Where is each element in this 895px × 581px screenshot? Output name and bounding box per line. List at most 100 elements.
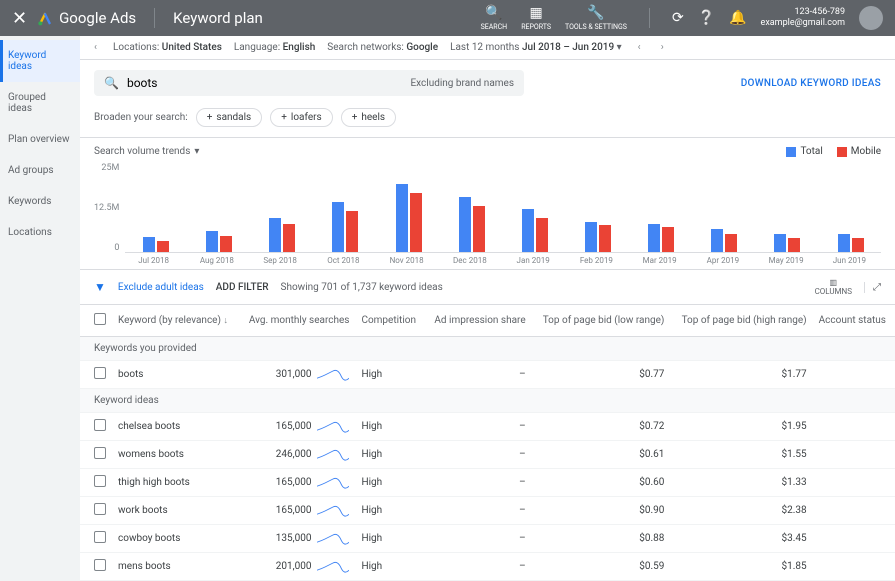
select-all-checkbox[interactable] xyxy=(94,313,106,325)
plus-icon: + xyxy=(281,112,287,123)
cell-competition: High xyxy=(355,441,424,469)
chart-bar xyxy=(648,224,660,252)
row-checkbox[interactable] xyxy=(94,367,106,379)
chart-bar xyxy=(220,236,232,252)
cell-keyword[interactable]: thigh high boots xyxy=(112,469,239,497)
chevron-down-icon[interactable]: ▾ xyxy=(617,42,622,53)
col-low[interactable]: Top of page bid (low range) xyxy=(532,305,671,337)
col-impression[interactable]: Ad impression share xyxy=(425,305,532,337)
sidebar-item[interactable]: Keyword ideas xyxy=(0,40,80,82)
chevron-left-icon[interactable]: ‹ xyxy=(90,42,101,53)
chart-month xyxy=(571,163,624,252)
search-input[interactable] xyxy=(127,76,403,90)
col-high[interactable]: Top of page bid (high range) xyxy=(670,305,812,337)
plus-icon: + xyxy=(207,112,213,123)
chart-bar xyxy=(774,234,786,252)
chart-bar xyxy=(459,197,471,252)
row-checkbox[interactable] xyxy=(94,419,106,431)
section-ideas: Keyword ideas xyxy=(80,389,895,413)
chart-bar xyxy=(473,206,485,252)
chart-month xyxy=(445,163,498,252)
cell-competition: High xyxy=(355,553,424,581)
keyword-search-box[interactable]: 🔍 Excluding brand names xyxy=(94,70,524,96)
broaden-pill[interactable]: +loafers xyxy=(270,108,332,127)
cell-keyword[interactable]: work boots xyxy=(112,497,239,525)
sidebar: Keyword ideasGrouped ideasPlan overviewA… xyxy=(0,36,80,581)
col-keyword[interactable]: Keyword (by relevance) ↓ xyxy=(112,305,239,337)
col-status[interactable]: Account status xyxy=(813,305,895,337)
sidebar-item[interactable]: Locations xyxy=(0,217,80,248)
cell-keyword[interactable]: cowboy boots xyxy=(112,525,239,553)
cell-keyword[interactable]: chelsea boots xyxy=(112,413,239,441)
row-checkbox[interactable] xyxy=(94,475,106,487)
download-link[interactable]: DOWNLOAD KEYWORD IDEAS xyxy=(741,78,881,89)
cell-keyword[interactable]: womens boots xyxy=(112,441,239,469)
cell-keyword[interactable]: boots xyxy=(112,361,239,389)
row-checkbox[interactable] xyxy=(94,503,106,515)
cell-low: $0.61 xyxy=(532,441,671,469)
header-tools[interactable]: 🔧TOOLS & SETTINGS xyxy=(565,5,627,31)
header-search[interactable]: 🔍SEARCH xyxy=(481,5,508,31)
language-value[interactable]: English xyxy=(283,42,316,53)
product-name: Google Ads xyxy=(59,9,136,27)
chart-bar xyxy=(662,227,674,252)
account-info[interactable]: 123-456-789 example@gmail.com xyxy=(761,7,845,29)
chart-bar xyxy=(599,225,611,252)
filter-icon[interactable]: ▼ xyxy=(94,280,106,294)
chart-bar xyxy=(852,238,864,252)
date-range[interactable]: Jul 2018 – Jun 2019 xyxy=(522,42,614,53)
cell-keyword[interactable]: mens boots xyxy=(112,553,239,581)
chart-bar xyxy=(396,184,408,252)
exclude-adult-link[interactable]: Exclude adult ideas xyxy=(118,282,204,293)
cell-low: $0.77 xyxy=(532,361,671,389)
header-reports[interactable]: ▦REPORTS xyxy=(521,5,551,31)
sidebar-item[interactable]: Ad groups xyxy=(0,155,80,186)
col-competition[interactable]: Competition xyxy=(355,305,424,337)
broaden-pill[interactable]: +sandals xyxy=(196,108,262,127)
help-icon[interactable]: ❔ xyxy=(698,10,715,26)
broaden-pill[interactable]: +heels xyxy=(341,108,396,127)
broaden-row: Broaden your search: +sandals+loafers+he… xyxy=(80,106,895,138)
chart-month xyxy=(698,163,751,252)
date-prev[interactable]: ‹ xyxy=(634,42,645,53)
expand-icon[interactable]: ⤢ xyxy=(864,282,881,293)
row-checkbox[interactable] xyxy=(94,559,106,571)
avatar[interactable] xyxy=(859,6,883,30)
sidebar-item[interactable]: Keywords xyxy=(0,186,80,217)
product-logo[interactable]: Google Ads xyxy=(37,9,136,27)
locations-value[interactable]: United States xyxy=(162,42,222,53)
cell-high: $1.55 xyxy=(670,441,812,469)
cell-searches: 301,000 xyxy=(276,369,312,380)
chart-bar xyxy=(585,222,597,252)
cell-impression: – xyxy=(425,553,532,581)
sidebar-item[interactable]: Plan overview xyxy=(0,124,80,155)
chart-bar xyxy=(157,241,169,252)
cell-searches: 165,000 xyxy=(276,477,312,488)
brand-toggle[interactable]: Excluding brand names xyxy=(410,78,514,89)
col-searches[interactable]: Avg. monthly searches xyxy=(239,305,356,337)
app-header: ✕ Google Ads Keyword plan 🔍SEARCH ▦REPOR… xyxy=(0,0,895,36)
chart-month xyxy=(319,163,372,252)
cell-high: $2.38 xyxy=(670,497,812,525)
close-icon[interactable]: ✕ xyxy=(12,8,27,29)
table-row: mens boots201,000High–$0.59$1.85 xyxy=(80,553,895,581)
sidebar-item[interactable]: Grouped ideas xyxy=(0,82,80,124)
add-filter-button[interactable]: ADD FILTER xyxy=(216,282,269,293)
cell-low: $0.72 xyxy=(532,413,671,441)
cell-low: $0.88 xyxy=(532,525,671,553)
bell-icon[interactable]: 🔔 xyxy=(729,10,746,26)
section-provided: Keywords you provided xyxy=(80,337,895,361)
refresh-icon[interactable]: ⟳ xyxy=(672,10,684,26)
cell-competition: High xyxy=(355,469,424,497)
row-checkbox[interactable] xyxy=(94,447,106,459)
chart-title-toggle[interactable]: Search volume trends ▾ xyxy=(94,146,199,157)
row-checkbox[interactable] xyxy=(94,531,106,543)
date-next[interactable]: › xyxy=(657,42,668,53)
targeting-bar: ‹ Locations: United States Language: Eng… xyxy=(80,36,895,60)
chart-bar xyxy=(283,224,295,252)
networks-value[interactable]: Google xyxy=(406,42,438,53)
columns-button[interactable]: ▥COLUMNS xyxy=(815,278,852,296)
chart-bar xyxy=(522,209,534,252)
chart-bar xyxy=(346,211,358,252)
chart-bar xyxy=(206,231,218,252)
